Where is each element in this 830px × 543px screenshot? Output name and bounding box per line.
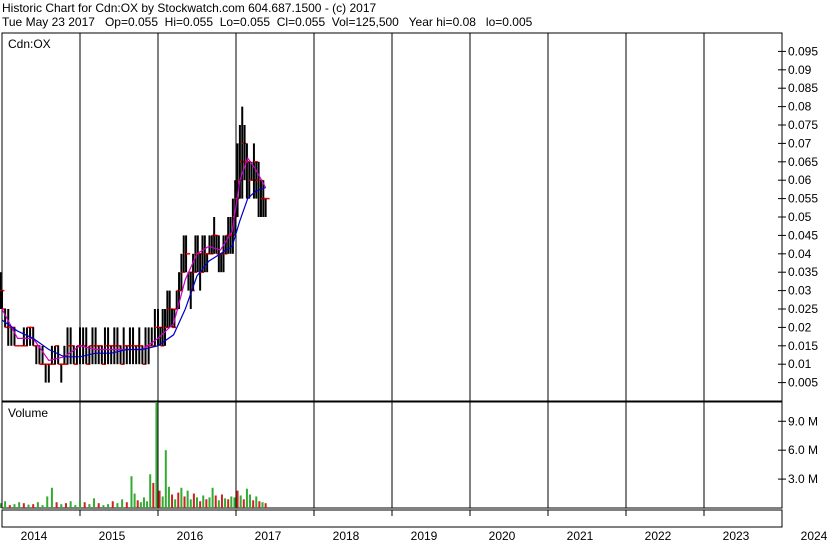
- x-tick-label: 2021: [567, 529, 594, 543]
- price-y-tick-label: 0.045: [788, 228, 818, 242]
- volume-y-axis: 9.0 M 6.0 M 3.0 M: [788, 414, 818, 486]
- x-tick-label: 2020: [489, 529, 516, 543]
- volume-y-tick-label: 6.0 M: [788, 443, 818, 457]
- stock-chart: Cdn:OX 0.0950.090.0850.080.0750.070.0650…: [0, 32, 828, 543]
- x-tick-label: 2017: [255, 529, 282, 543]
- x-tick-label: 2024: [801, 529, 828, 543]
- price-y-tick-label: 0.075: [788, 118, 818, 132]
- price-y-tick-label: 0.04: [788, 247, 812, 261]
- x-tick-label: 2018: [333, 529, 360, 543]
- price-y-tick-label: 0.035: [788, 265, 818, 279]
- price-y-tick-label: 0.02: [788, 320, 812, 334]
- price-y-tick-label: 0.055: [788, 192, 818, 206]
- price-y-tick-label: 0.015: [788, 339, 818, 353]
- price-y-tick-label: 0.03: [788, 284, 812, 298]
- x-tick-label: 2014: [21, 529, 48, 543]
- price-y-tick-label: 0.065: [788, 155, 818, 169]
- price-y-tick-label: 0.095: [788, 44, 818, 58]
- price-y-tick-label: 0.09: [788, 63, 812, 77]
- price-y-tick-label: 0.08: [788, 100, 812, 114]
- price-panel-title: Cdn:OX: [8, 37, 51, 51]
- price-y-tick-label: 0.07: [788, 136, 812, 150]
- x-tick-label: 2022: [645, 529, 672, 543]
- price-y-axis: 0.095 0.09 0.085 0.08 0.075 0.07 0.065 0.06 0.05…: [788, 44, 818, 389]
- price-bars: [0, 106, 270, 383]
- price-y-tick-label: 0.06: [788, 173, 812, 187]
- price-y-tick-label: 0.005: [788, 376, 818, 390]
- volume-y-tick-label: 9.0 M: [788, 414, 818, 428]
- price-y-tick-label: 0.05: [788, 210, 812, 224]
- price-y-tick-label: 0.085: [788, 81, 818, 95]
- volume-y-tick-label: 3.0 M: [788, 472, 818, 486]
- x-tick-label: 2016: [177, 529, 204, 543]
- price-y-tick-label: 0.025: [788, 302, 818, 316]
- x-tick-label: 2019: [411, 529, 438, 543]
- volume-panel-title: Volume: [8, 406, 48, 420]
- price-y-tick-label: 0.01: [788, 357, 812, 371]
- x-tick-label: 2015: [99, 529, 126, 543]
- x-tick-label: 2023: [723, 529, 750, 543]
- price-grid: [79, 33, 786, 401]
- volume-grid: [79, 402, 786, 508]
